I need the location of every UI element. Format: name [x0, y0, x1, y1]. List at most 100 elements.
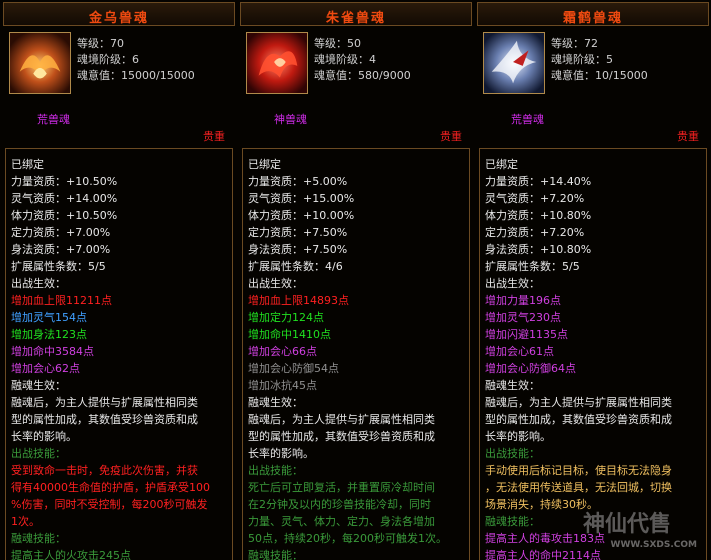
attribute-line: 力量资质：+5.00% — [248, 175, 348, 188]
attribute-line: 增加命中1410点 — [248, 328, 331, 341]
attribute-line: 得有40000生命值的护盾，护盾承受100 — [11, 481, 210, 494]
panel-title-bar: 金乌兽魂 — [3, 2, 235, 26]
soul-panel-jinwu: 金乌兽魂 等级：70 魂境阶级：6 魂意值：15000/15000 荒兽魂 贵重… — [3, 0, 235, 560]
attribute-line: ，无法使用传送道具，无法回城，切换 — [485, 481, 672, 494]
attribute-line: 在2分钟及以内的珍兽技能冷却，同时 — [248, 498, 431, 511]
attribute-line: 增加灵气230点 — [485, 311, 561, 324]
soul-item-icon[interactable] — [246, 32, 308, 94]
attribute-box: 已绑定力量资质：+10.50% 灵气资质：+14.00% 体力资质：+10.50% 定… — [5, 148, 233, 560]
attribute-line: 灵气资质：+7.20% — [485, 192, 585, 205]
soul-value-text: 魂意值：15000/15000 — [77, 69, 195, 82]
level-text: 等级：50 — [314, 37, 361, 50]
panel-title-bar: 霜鹤兽魂 — [477, 2, 709, 26]
attribute-line: 灵气资质：+15.00% — [248, 192, 355, 205]
attribute-box: 已绑定力量资质：+5.00% 灵气资质：+15.00% 体力资质：+10.00% 定力… — [242, 148, 470, 560]
attribute-line: 增加定力124点 — [248, 311, 324, 324]
soul-item-icon[interactable] — [483, 32, 545, 94]
attribute-line: 融魂生效： — [11, 379, 66, 392]
soul-type: 荒兽魂 — [511, 113, 544, 126]
attribute-line: 身法资质：+7.00% — [11, 243, 111, 256]
realm-text: 魂境阶级：6 — [77, 53, 139, 66]
soul-type: 神兽魂 — [274, 113, 307, 126]
attribute-line: 体力资质：+10.80% — [485, 209, 592, 222]
attribute-line: 长率的影响。 — [248, 447, 314, 460]
attribute-line: 融魂技能： — [248, 549, 303, 560]
attribute-line: 力量资质：+14.40% — [485, 175, 592, 188]
attribute-line: 已绑定 — [485, 158, 518, 171]
attribute-line: 融魂后，为主人提供与扩展属性相同类 — [248, 413, 435, 426]
fire-phoenix-icon — [10, 33, 70, 93]
attribute-line: 灵气资质：+14.00% — [11, 192, 118, 205]
panel-title: 金乌兽魂 — [88, 11, 149, 26]
attribute-line: 力量资质：+10.50% — [11, 175, 118, 188]
attribute-line: 增加会心防御64点 — [485, 362, 576, 375]
attribute-line: 力量、灵气、体力、定力、身法各增加 — [248, 515, 435, 528]
soul-value-text: 魂意值：10/15000 — [551, 69, 648, 82]
attribute-box: 已绑定 力量资质：+14.40% 灵气资质：+7.20% 体力资质：+10.80% 定力… — [479, 148, 707, 560]
attribute-line: 型的属性加成，其数值受珍兽资质和成 — [485, 413, 672, 426]
attribute-line: %伤害，同时不受控制，每200秒可触发 — [11, 498, 208, 511]
soul-stats: 等级：50 魂境阶级：4 魂意值：580/9000 — [314, 36, 411, 84]
soul-item-icon[interactable] — [9, 32, 71, 94]
attribute-line: 定力资质：+7.00% — [11, 226, 111, 239]
attribute-line: 已绑定 — [248, 158, 281, 171]
soul-value-text: 魂意值：580/9000 — [314, 69, 411, 82]
attribute-line: 长率的影响。 — [11, 430, 77, 443]
attribute-line: 出战生效： — [248, 277, 303, 290]
realm-text: 魂境阶级：4 — [314, 53, 376, 66]
attribute-line: 型的属性加成，其数值受珍兽资质和成 — [11, 413, 198, 426]
watermark-text: 神仙代售 — [583, 512, 672, 537]
panel-title: 朱雀兽魂 — [325, 11, 386, 26]
attribute-line: 1次。 — [11, 515, 40, 528]
site-watermark: 神仙代售 WWW.SXDS.COM — [583, 506, 703, 550]
soul-panel-shuanghe: 霜鹤兽魂 等级：72 魂境阶级：5 魂意值：10/15000 荒兽魂 贵重 已绑… — [477, 0, 709, 560]
attribute-line: 出战技能： — [248, 464, 303, 477]
panel-title-bar: 朱雀兽魂 — [240, 2, 472, 26]
level-text: 等级：72 — [551, 37, 598, 50]
attribute-line: 型的属性加成，其数值受珍兽资质和成 — [248, 430, 435, 443]
attribute-line: 增加会心66点 — [248, 345, 317, 358]
attribute-line: 增加血上限11211点 — [11, 294, 112, 307]
soul-stats: 等级：70 魂境阶级：6 魂意值：15000/15000 — [77, 36, 195, 84]
attribute-line: 长率的影响。 — [485, 430, 551, 443]
rarity-label: 贵重 — [203, 130, 225, 143]
attribute-line: 已绑定 — [11, 158, 44, 171]
attribute-line: 增加命中3584点 — [11, 345, 94, 358]
attribute-line: 增加血上限14893点 — [248, 294, 349, 307]
attribute-line: 增加闪避1135点 — [485, 328, 568, 341]
attribute-line: 出战技能： — [11, 447, 66, 460]
attribute-line: 增加力量196点 — [485, 294, 561, 307]
attribute-line: 受到致命一击时，免疫此次伤害，并获 — [11, 464, 198, 477]
attribute-line: 增加身法123点 — [11, 328, 87, 341]
attribute-line: 扩展属性条数：5/5 — [11, 260, 106, 273]
soul-type: 荒兽魂 — [37, 113, 70, 126]
realm-text: 魂境阶级：5 — [551, 53, 613, 66]
attribute-line: 融魂技能： — [11, 532, 66, 545]
attribute-line: 身法资质：+7.50% — [248, 243, 348, 256]
attribute-line: 死亡后可立即复活，并重置原冷却时间 — [248, 481, 435, 494]
attribute-line: 出战技能： — [485, 447, 540, 460]
attribute-line: 50点，持续20秒，每200秒可触发1次。 — [248, 532, 447, 545]
rarity-label: 贵重 — [677, 130, 699, 143]
attribute-line: 增加冰抗45点 — [248, 379, 317, 392]
attribute-line: 体力资质：+10.00% — [248, 209, 355, 222]
attribute-line: 出战生效： — [11, 277, 66, 290]
attribute-line: 融魂生效： — [485, 379, 540, 392]
vermilion-bird-icon — [247, 33, 307, 93]
watermark-url: WWW.SXDS.COM — [610, 540, 697, 550]
attribute-line: 增加灵气154点 — [11, 311, 87, 324]
attribute-line: 身法资质：+10.80% — [485, 243, 592, 256]
attribute-line: 扩展属性条数：4/6 — [248, 260, 343, 273]
attribute-line: 融魂后，为主人提供与扩展属性相同类 — [11, 396, 198, 409]
attribute-line: 体力资质：+10.50% — [11, 209, 118, 222]
attribute-line: 增加会心防御54点 — [248, 362, 339, 375]
soul-stats: 等级：72 魂境阶级：5 魂意值：10/15000 — [551, 36, 648, 84]
level-text: 等级：70 — [77, 37, 124, 50]
attribute-line: 融魂后，为主人提供与扩展属性相同类 — [485, 396, 672, 409]
attribute-line: 增加会心61点 — [485, 345, 554, 358]
soul-panel-zhuque: 朱雀兽魂 等级：50 魂境阶级：4 魂意值：580/9000 神兽魂 贵重 已绑… — [240, 0, 472, 560]
attribute-line: 扩展属性条数：5/5 — [485, 260, 580, 273]
attribute-line: 融魂生效： — [248, 396, 303, 409]
panel-title: 霜鹤兽魂 — [562, 11, 623, 26]
attribute-line: 定力资质：+7.50% — [248, 226, 348, 239]
